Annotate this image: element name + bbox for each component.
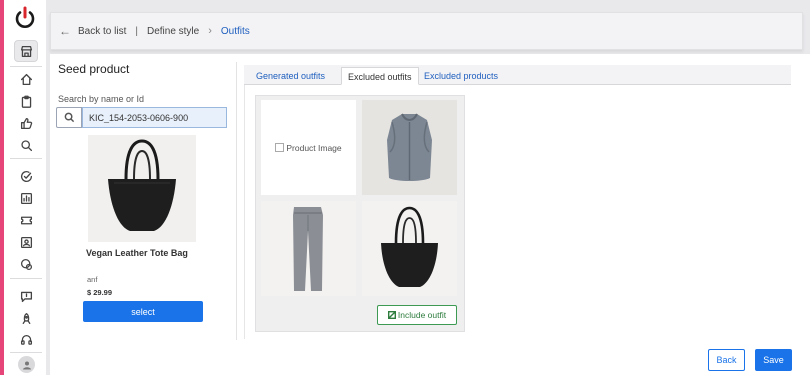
thumbs-up-icon[interactable]: [15, 112, 37, 134]
store-icon[interactable]: [14, 40, 38, 62]
search-button[interactable]: [56, 107, 82, 128]
tab-excluded-outfits[interactable]: Excluded outfits: [341, 67, 419, 85]
breadcrumb-separator: |: [135, 25, 138, 37]
main-panel: Seed product Search by name or Id Vegan …: [50, 54, 810, 375]
chat-icon[interactable]: [15, 285, 37, 307]
breadcrumb-bar: ← Back to list | Define style › Outfits: [50, 12, 803, 50]
tote-bag-image: [108, 139, 176, 231]
select-button[interactable]: select: [83, 301, 203, 322]
broken-image-icon: [275, 143, 285, 152]
outfit-item-broken-image: Product Image: [261, 100, 356, 195]
clipboard-icon[interactable]: [15, 90, 37, 112]
breadcrumb-step-link[interactable]: Define style: [147, 26, 199, 37]
tag-icon[interactable]: [15, 253, 37, 275]
seed-product-brand: anf: [87, 275, 98, 284]
back-button[interactable]: Back: [708, 349, 745, 371]
seed-product-title: Seed product: [58, 62, 130, 76]
chevron-right-icon: ›: [208, 25, 212, 37]
include-icon: [387, 311, 396, 319]
outfit-item-tote-bag: [362, 201, 457, 296]
rail-divider: [10, 278, 42, 279]
search-icon[interactable]: [15, 134, 37, 156]
column-divider: [236, 62, 237, 340]
rail-divider: [10, 352, 42, 353]
search-label: Search by name or Id: [58, 94, 145, 104]
seed-search-input[interactable]: [82, 107, 227, 128]
rail-divider: [10, 66, 42, 67]
save-button[interactable]: Save: [755, 349, 792, 371]
back-arrow-icon[interactable]: ←: [59, 24, 71, 38]
include-outfit-label: Include outfit: [397, 310, 447, 320]
jeans-image: [293, 207, 323, 291]
support-icon[interactable]: [15, 329, 37, 351]
ticket-icon[interactable]: [15, 209, 37, 231]
breadcrumb-current: Outfits: [220, 25, 250, 37]
outfit-card: Product Image Include outfit: [255, 95, 465, 332]
power-logo-icon[interactable]: [13, 6, 37, 30]
left-nav-rail: [0, 0, 46, 375]
rail-divider: [10, 158, 42, 159]
id-card-icon[interactable]: [15, 231, 37, 253]
check-circle-icon[interactable]: [15, 165, 37, 187]
app: ← Back to list | Define style › Outfits …: [0, 0, 810, 375]
include-outfit-button[interactable]: Include outfit: [377, 305, 457, 325]
chart-icon[interactable]: [15, 187, 37, 209]
user-avatar-icon[interactable]: [18, 356, 35, 373]
seed-product-price: $ 29.99: [87, 288, 113, 297]
outfit-item-jeans: [261, 201, 356, 296]
tab-excluded-products[interactable]: Excluded products: [418, 67, 504, 85]
broken-image-alt-text: Product Image: [286, 142, 342, 153]
search-icon: [64, 112, 74, 123]
denim-vest-image: [387, 113, 432, 181]
seed-product-name: Vegan Leather Tote Bag: [86, 248, 188, 258]
tote-bag-image: [381, 206, 438, 287]
breadcrumb-back-link[interactable]: Back to list: [78, 26, 126, 37]
outfit-item-vest: [362, 100, 457, 195]
seed-product-image: [88, 135, 196, 242]
tab-generated-outfits[interactable]: Generated outfits: [250, 67, 331, 85]
home-icon[interactable]: [15, 68, 37, 90]
outfit-tabs: Generated outfits Excluded outfits Exclu…: [244, 65, 791, 85]
rocket-icon[interactable]: [15, 307, 37, 329]
